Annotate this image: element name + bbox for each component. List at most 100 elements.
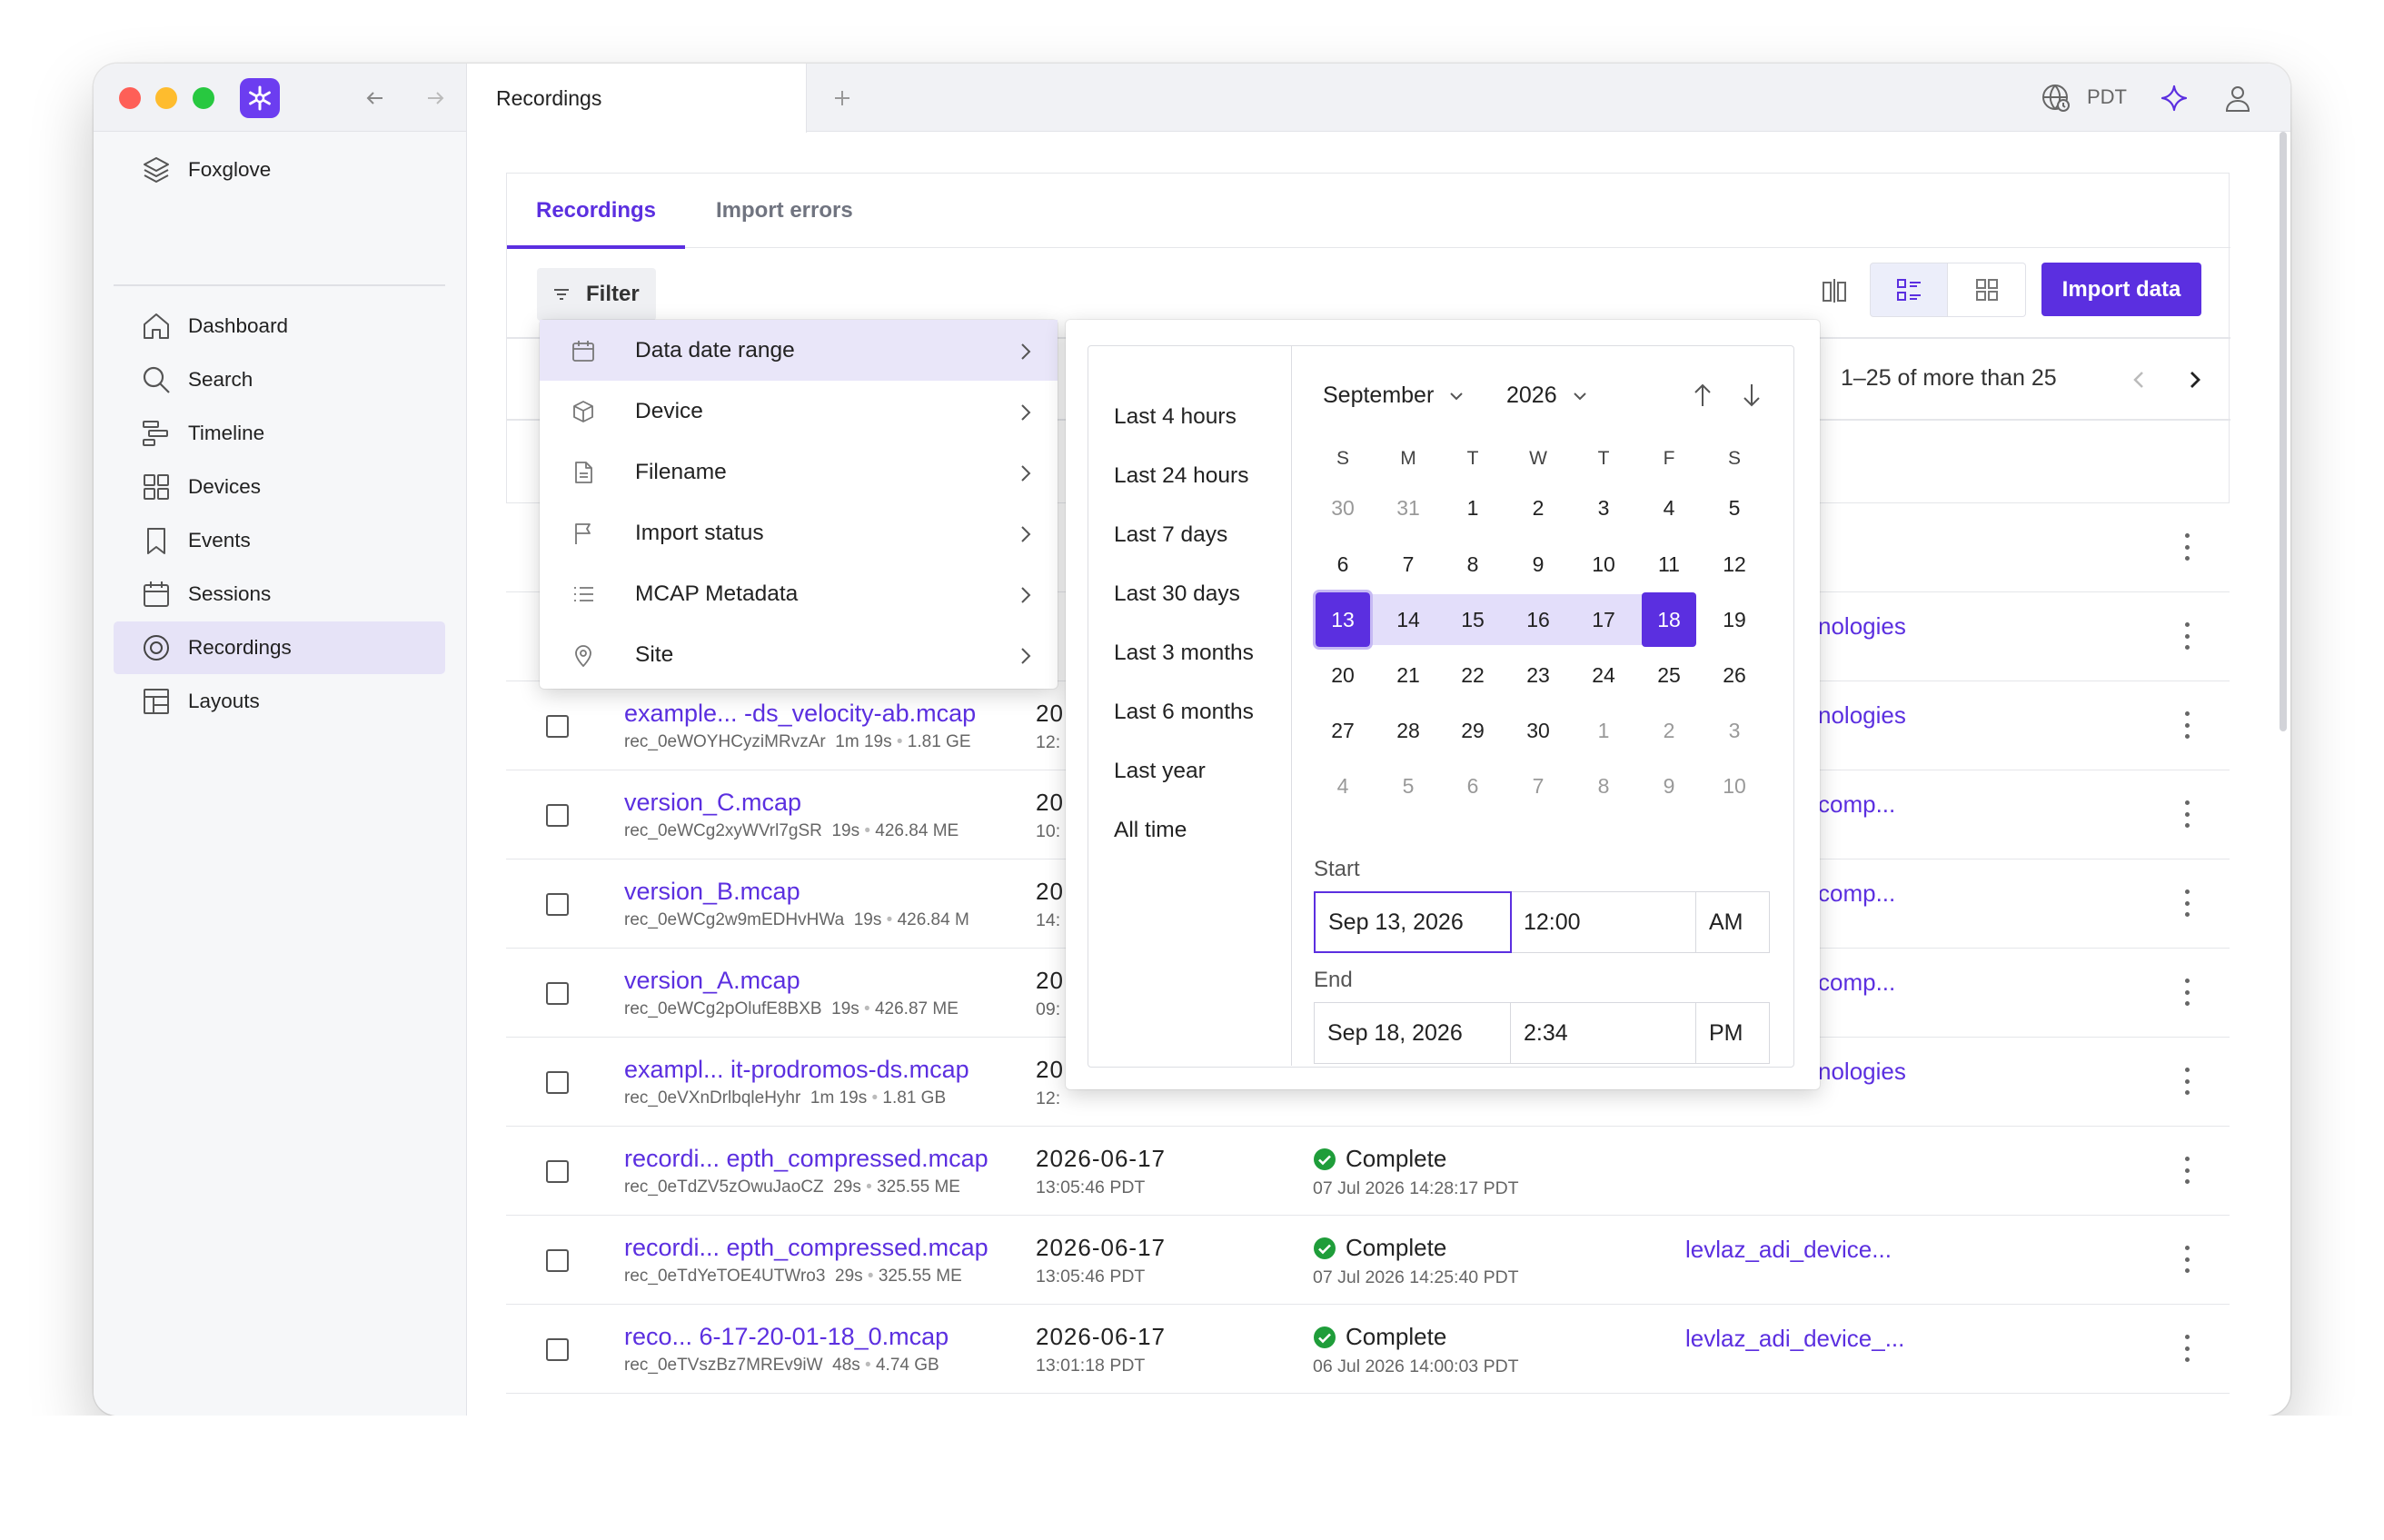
end-time-input[interactable]: 2:34: [1510, 1002, 1697, 1064]
start-time-input[interactable]: 12:00: [1510, 891, 1697, 953]
row-menu-icon[interactable]: [2185, 800, 2190, 828]
calendar-day[interactable]: 30: [1316, 481, 1370, 535]
user-icon[interactable]: [2220, 80, 2256, 116]
calendar-day[interactable]: 1: [1576, 703, 1631, 758]
date-preset-option[interactable]: Last 3 months: [1114, 641, 1254, 666]
filter-menu-item-site[interactable]: Site: [540, 624, 1058, 685]
date-preset-option[interactable]: All time: [1114, 818, 1187, 843]
recording-filename[interactable]: version_C.mcap: [624, 789, 801, 817]
import-data-button[interactable]: Import data: [2041, 263, 2201, 316]
calendar-day[interactable]: 31: [1381, 481, 1435, 535]
prev-page-chevron-icon[interactable]: [2122, 363, 2155, 396]
date-preset-option[interactable]: Last 24 hours: [1114, 463, 1248, 489]
sidebar-item-recordings[interactable]: Recordings: [114, 621, 445, 674]
calendar-day[interactable]: 6: [1316, 537, 1370, 591]
calendar-day[interactable]: 18: [1642, 592, 1696, 647]
filter-menu-item-date-range[interactable]: Data date range: [540, 320, 1058, 381]
start-ampm-select[interactable]: AM: [1695, 891, 1770, 953]
calendar-day[interactable]: 5: [1381, 759, 1435, 813]
tab-import-errors[interactable]: Import errors: [716, 174, 853, 248]
device-name[interactable]: levlaz_adi_device...: [1685, 1236, 1892, 1264]
calendar-day[interactable]: 10: [1576, 537, 1631, 591]
table-row[interactable]: [506, 1393, 2230, 1447]
next-page-chevron-icon[interactable]: [2179, 363, 2211, 396]
row-menu-icon[interactable]: [2185, 889, 2190, 917]
calendar-day[interactable]: 30: [1511, 703, 1565, 758]
recording-filename[interactable]: version_A.mcap: [624, 967, 800, 995]
recording-filename[interactable]: exampl... it-prodromos-ds.mcap: [624, 1056, 969, 1084]
filter-menu-item-mcap-metadata[interactable]: MCAP Metadata: [540, 563, 1058, 624]
row-checkbox[interactable]: [546, 893, 569, 916]
next-month-arrow-icon[interactable]: [1735, 379, 1768, 412]
row-checkbox[interactable]: [546, 804, 569, 827]
recording-filename[interactable]: recordi... epth_compressed.mcap: [624, 1145, 988, 1173]
calendar-day[interactable]: 12: [1707, 537, 1762, 591]
sparkle-ai-icon[interactable]: [2156, 80, 2192, 116]
calendar-day[interactable]: 3: [1707, 703, 1762, 758]
sidebar-item-search[interactable]: Search: [114, 353, 445, 406]
calendar-day[interactable]: 25: [1642, 648, 1696, 702]
calendar-day[interactable]: 20: [1316, 648, 1370, 702]
row-menu-icon[interactable]: [2185, 979, 2190, 1006]
table-row[interactable]: reco... 6-17-20-01-18_0.mcap rec_0eTVszBz…: [506, 1304, 2230, 1393]
sidebar-item-timeline[interactable]: Timeline: [114, 407, 445, 460]
sidebar-item-devices[interactable]: Devices: [114, 461, 445, 513]
window-scrollbar[interactable]: [2280, 132, 2287, 731]
zoom-window-button[interactable]: [193, 87, 214, 109]
new-tab-plus-icon[interactable]: [826, 82, 859, 114]
calendar-day[interactable]: 21: [1381, 648, 1435, 702]
calendar-day[interactable]: 9: [1642, 759, 1696, 813]
device-name[interactable]: nologies: [1818, 1058, 1906, 1086]
device-name[interactable]: levlaz_adi_device_...: [1685, 1325, 1904, 1353]
recording-filename[interactable]: reco... 6-17-20-01-18_0.mcap: [624, 1323, 949, 1351]
sidebar-item-sessions[interactable]: Sessions: [114, 568, 445, 621]
forward-arrow-icon[interactable]: [419, 82, 452, 114]
calendar-day[interactable]: 4: [1642, 481, 1696, 535]
table-row[interactable]: recordi... epth_compressed.mcap rec_0eTdZ…: [506, 1126, 2230, 1215]
calendar-day[interactable]: 2: [1642, 703, 1696, 758]
row-menu-icon[interactable]: [2185, 622, 2190, 650]
row-menu-icon[interactable]: [2185, 1068, 2190, 1095]
calendar-day[interactable]: 14: [1381, 592, 1435, 647]
device-name[interactable]: comp...: [1818, 879, 1895, 908]
calendar-day[interactable]: 29: [1445, 703, 1500, 758]
calendar-day[interactable]: 23: [1511, 648, 1565, 702]
browser-tab[interactable]: Recordings: [466, 64, 807, 133]
start-date-input[interactable]: Sep 13, 2026: [1314, 891, 1512, 953]
foxglove-logo-icon[interactable]: [240, 78, 280, 118]
calendar-day[interactable]: 19: [1707, 592, 1762, 647]
date-preset-option[interactable]: Last 30 days: [1114, 581, 1240, 607]
calendar-day[interactable]: 22: [1445, 648, 1500, 702]
column-settings-icon[interactable]: [1810, 264, 1859, 317]
tab-recordings[interactable]: Recordings: [507, 174, 686, 249]
calendar-day[interactable]: 28: [1381, 703, 1435, 758]
filter-button[interactable]: Filter: [537, 268, 656, 321]
calendar-day[interactable]: 27: [1316, 703, 1370, 758]
sidebar-item-events[interactable]: Events: [114, 514, 445, 567]
row-menu-icon[interactable]: [2185, 1157, 2190, 1184]
date-preset-option[interactable]: Last 4 hours: [1114, 404, 1237, 430]
calendar-day[interactable]: 2: [1511, 481, 1565, 535]
calendar-day[interactable]: 10: [1707, 759, 1762, 813]
year-select[interactable]: 2026: [1506, 383, 1588, 409]
calendar-day[interactable]: 15: [1445, 592, 1500, 647]
row-checkbox[interactable]: [546, 1249, 569, 1272]
calendar-day[interactable]: 11: [1642, 537, 1696, 591]
globe-icon[interactable]: [2038, 80, 2074, 116]
calendar-day[interactable]: 4: [1316, 759, 1370, 813]
month-select[interactable]: September: [1323, 383, 1465, 409]
row-menu-icon[interactable]: [2185, 1335, 2190, 1362]
workspace-switcher[interactable]: Foxglove: [114, 144, 445, 196]
filter-menu-item-device[interactable]: Device: [540, 381, 1058, 442]
row-menu-icon[interactable]: [2185, 1246, 2190, 1273]
calendar-day[interactable]: 24: [1576, 648, 1631, 702]
row-checkbox[interactable]: [546, 715, 569, 738]
calendar-day[interactable]: 7: [1381, 537, 1435, 591]
table-row[interactable]: recordi... epth_compressed.mcap rec_0eTdY…: [506, 1215, 2230, 1304]
row-checkbox[interactable]: [546, 982, 569, 1005]
close-window-button[interactable]: [119, 87, 141, 109]
device-name[interactable]: nologies: [1818, 612, 1906, 641]
minimize-window-button[interactable]: [155, 87, 177, 109]
row-menu-icon[interactable]: [2185, 533, 2190, 561]
date-preset-option[interactable]: Last year: [1114, 759, 1206, 784]
